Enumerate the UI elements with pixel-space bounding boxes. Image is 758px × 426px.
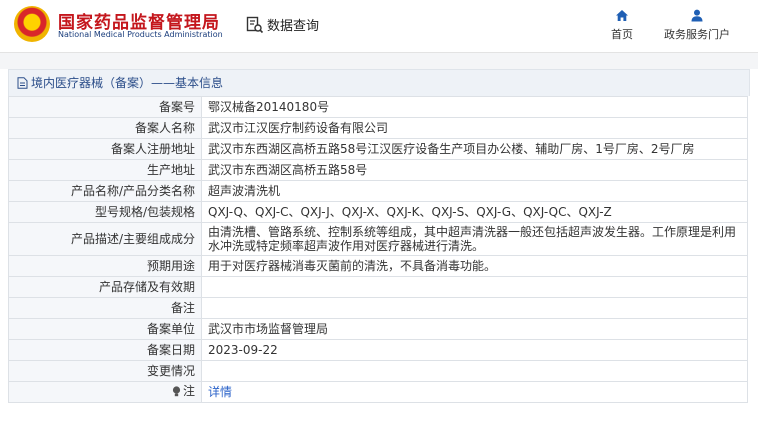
field-label: 产品名称/产品分类名称 bbox=[8, 180, 202, 202]
field-value bbox=[201, 276, 748, 298]
field-label: 备注 bbox=[8, 297, 202, 319]
details-link[interactable]: 详情 bbox=[208, 385, 232, 399]
table-row: 产品名称/产品分类名称 超声波清洗机 bbox=[8, 180, 748, 202]
field-label: 变更情况 bbox=[8, 360, 202, 382]
field-label: 备案单位 bbox=[8, 318, 202, 340]
field-value: 武汉市东西湖区高桥五路58号 bbox=[201, 159, 748, 181]
document-icon bbox=[17, 77, 28, 89]
nav-gov-services[interactable]: 政务服务门户 bbox=[657, 9, 737, 42]
field-value: 武汉市东西湖区高桥五路58号江汉医疗设备生产项目办公楼、辅助厂房、1号厂房、2号… bbox=[201, 138, 748, 160]
site-header: 国家药品监督管理局 National Medical Products Admi… bbox=[0, 0, 758, 53]
table-row: 注 详情 bbox=[8, 381, 748, 403]
table-row: 备注 bbox=[8, 297, 748, 319]
field-value: 用于对医疗器械消毒灭菌前的清洗，不具备消毒功能。 bbox=[201, 255, 748, 277]
lightbulb-icon bbox=[172, 386, 181, 396]
field-label: 产品存储及有效期 bbox=[8, 276, 202, 298]
field-value bbox=[201, 297, 748, 319]
field-label: 备案日期 bbox=[8, 339, 202, 361]
field-label: 备案人注册地址 bbox=[8, 138, 202, 160]
breadcrumb-text: 境内医疗器械（备案）——基本信息 bbox=[31, 76, 224, 90]
field-value: 武汉市江汉医疗制药设备有限公司 bbox=[201, 117, 748, 139]
detail-table: 备案号 鄂汉械备20140180号 备案人名称 武汉市江汉医疗制药设备有限公司 备案… bbox=[8, 96, 748, 403]
page-gap bbox=[0, 53, 758, 69]
table-row: 型号规格/包装规格 QXJ-Q、QXJ-C、QXJ-J、QXJ-X、QXJ-K、Q… bbox=[8, 201, 748, 223]
nav-home-label: 首页 bbox=[611, 28, 633, 41]
nav-home[interactable]: 首页 bbox=[606, 9, 638, 42]
table-row: 备案日期 2023-09-22 bbox=[8, 339, 748, 361]
data-query-label: 数据查询 bbox=[267, 19, 320, 34]
field-value bbox=[201, 360, 748, 382]
note-key-text: 注 bbox=[182, 384, 195, 399]
table-row: 备案单位 武汉市市场监督管理局 bbox=[8, 318, 748, 340]
field-value: 武汉市市场监督管理局 bbox=[201, 318, 748, 340]
breadcrumb: 境内医疗器械（备案）——基本信息 bbox=[8, 69, 750, 96]
field-label: 型号规格/包装规格 bbox=[8, 201, 202, 223]
data-query-icon bbox=[246, 16, 264, 33]
note-value: 详情 bbox=[201, 381, 748, 403]
field-label: 备案人名称 bbox=[8, 117, 202, 139]
logo-title-en: National Medical Products Administration bbox=[58, 30, 223, 39]
table-row: 预期用途 用于对医疗器械消毒灭菌前的清洗，不具备消毒功能。 bbox=[8, 255, 748, 277]
user-icon bbox=[691, 9, 703, 22]
nav-gov-label: 政务服务门户 bbox=[664, 28, 730, 41]
table-row: 备案人注册地址 武汉市东西湖区高桥五路58号江汉医疗设备生产项目办公楼、辅助厂房、… bbox=[8, 138, 748, 160]
field-label: 产品描述/主要组成成分 bbox=[8, 222, 202, 256]
table-row: 备案人名称 武汉市江汉医疗制药设备有限公司 bbox=[8, 117, 748, 139]
table-row: 产品描述/主要组成成分 由清洗槽、管路系统、控制系统等组成，其中超声清洗器一般还包… bbox=[8, 222, 748, 256]
table-row: 变更情况 bbox=[8, 360, 748, 382]
field-value: 超声波清洗机 bbox=[201, 180, 748, 202]
field-value: 2023-09-22 bbox=[201, 339, 748, 361]
field-label: 备案号 bbox=[8, 96, 202, 118]
table-row: 产品存储及有效期 bbox=[8, 276, 748, 298]
field-value: QXJ-Q、QXJ-C、QXJ-J、QXJ-X、QXJ-K、QXJ-S、QXJ-… bbox=[201, 201, 748, 223]
national-emblem-icon bbox=[14, 6, 50, 42]
note-key: 注 bbox=[172, 384, 195, 398]
field-value: 鄂汉械备20140180号 bbox=[201, 96, 748, 118]
data-query-link[interactable]: 数据查询 bbox=[246, 15, 319, 34]
table-row: 备案号 鄂汉械备20140180号 bbox=[8, 96, 748, 118]
field-value: 由清洗槽、管路系统、控制系统等组成，其中超声清洗器一般还包括超声波发生器。工作原… bbox=[201, 222, 748, 256]
field-label: 生产地址 bbox=[8, 159, 202, 181]
note-label: 注 bbox=[8, 381, 202, 403]
field-label: 预期用途 bbox=[8, 255, 202, 277]
home-icon bbox=[616, 10, 628, 21]
table-row: 生产地址 武汉市东西湖区高桥五路58号 bbox=[8, 159, 748, 181]
